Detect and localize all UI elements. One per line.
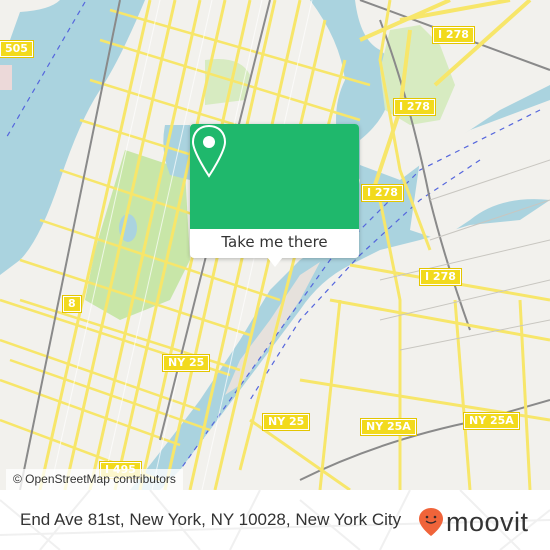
shield-ny25-b: NY 25 [261,413,311,431]
location-popup[interactable]: Take me there [190,124,359,267]
shield-ny25-a: NY 25 [161,354,211,372]
shield-i278-b: I 278 [393,98,436,116]
take-me-there-button[interactable]: Take me there [190,229,359,258]
address-text: End Ave 81st, New York, NY 10028, New Yo… [20,510,402,529]
shield-ny25a-a: NY 25A [360,418,417,436]
shield-i278-a: I 278 [432,26,475,44]
brand-name: moovit [446,507,529,537]
map-pin-icon [191,124,227,178]
footer: End Ave 81st, New York, NY 10028, New Yo… [0,490,550,550]
shield-i278-c: I 278 [361,184,404,202]
popup-pointer [267,257,283,267]
shield-8: 8 [62,295,82,313]
shield-i278-d: I 278 [419,268,462,286]
popup-header[interactable] [190,124,359,229]
map-attribution[interactable]: © OpenStreetMap contributors [6,469,183,490]
moovit-logo[interactable]: moovit [418,507,529,537]
moovit-pin-icon [419,508,443,536]
shield-505: 505 [0,40,34,58]
shield-ny25a-b: NY 25A [463,412,520,430]
map-view[interactable]: 505 I 278 I 278 I 278 I 278 8 NY 25 NY 2… [0,0,550,490]
